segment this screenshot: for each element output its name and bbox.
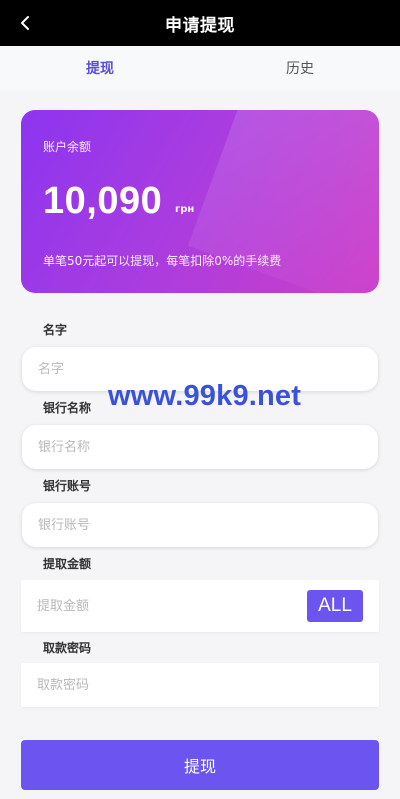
password-label: 取款密码 bbox=[43, 641, 92, 655]
tab-history[interactable]: 历史 bbox=[200, 46, 400, 90]
all-amount-button[interactable]: ALL bbox=[307, 590, 363, 622]
amount-label: 提取金额 bbox=[43, 557, 92, 571]
balance-card: 账户余额 10,090 грн 单笔50元起可以提现，每笔扣除0%的手续费 bbox=[21, 110, 379, 293]
tab-bar: 提现 历史 bbox=[0, 46, 400, 90]
bank-account-label: 银行账号 bbox=[43, 479, 92, 493]
balance-currency: грн bbox=[175, 204, 195, 215]
app-header: 申请提现 bbox=[0, 0, 400, 46]
password-input[interactable] bbox=[37, 677, 297, 693]
balance-label: 账户余额 bbox=[43, 140, 92, 154]
withdraw-note: 单笔50元起可以提现，每笔扣除0%的手续费 bbox=[43, 254, 282, 268]
bank-account-input[interactable] bbox=[38, 517, 298, 533]
password-field bbox=[21, 663, 379, 707]
bank-account-field bbox=[22, 503, 378, 547]
amount-input[interactable] bbox=[37, 598, 297, 614]
amount-field: ALL bbox=[21, 580, 379, 632]
bank-name-label: 银行名称 bbox=[43, 401, 92, 415]
name-input[interactable] bbox=[38, 361, 298, 377]
submit-withdraw-button[interactable]: 提现 bbox=[21, 740, 379, 790]
name-label: 名字 bbox=[43, 323, 68, 337]
name-field bbox=[22, 347, 378, 391]
balance-amount: 10,090 bbox=[43, 180, 163, 222]
chevron-left-icon[interactable] bbox=[16, 13, 36, 33]
bank-name-input[interactable] bbox=[38, 439, 298, 455]
bank-name-field bbox=[22, 425, 378, 469]
page-title: 申请提现 bbox=[165, 15, 235, 36]
tab-withdraw[interactable]: 提现 bbox=[0, 46, 200, 90]
